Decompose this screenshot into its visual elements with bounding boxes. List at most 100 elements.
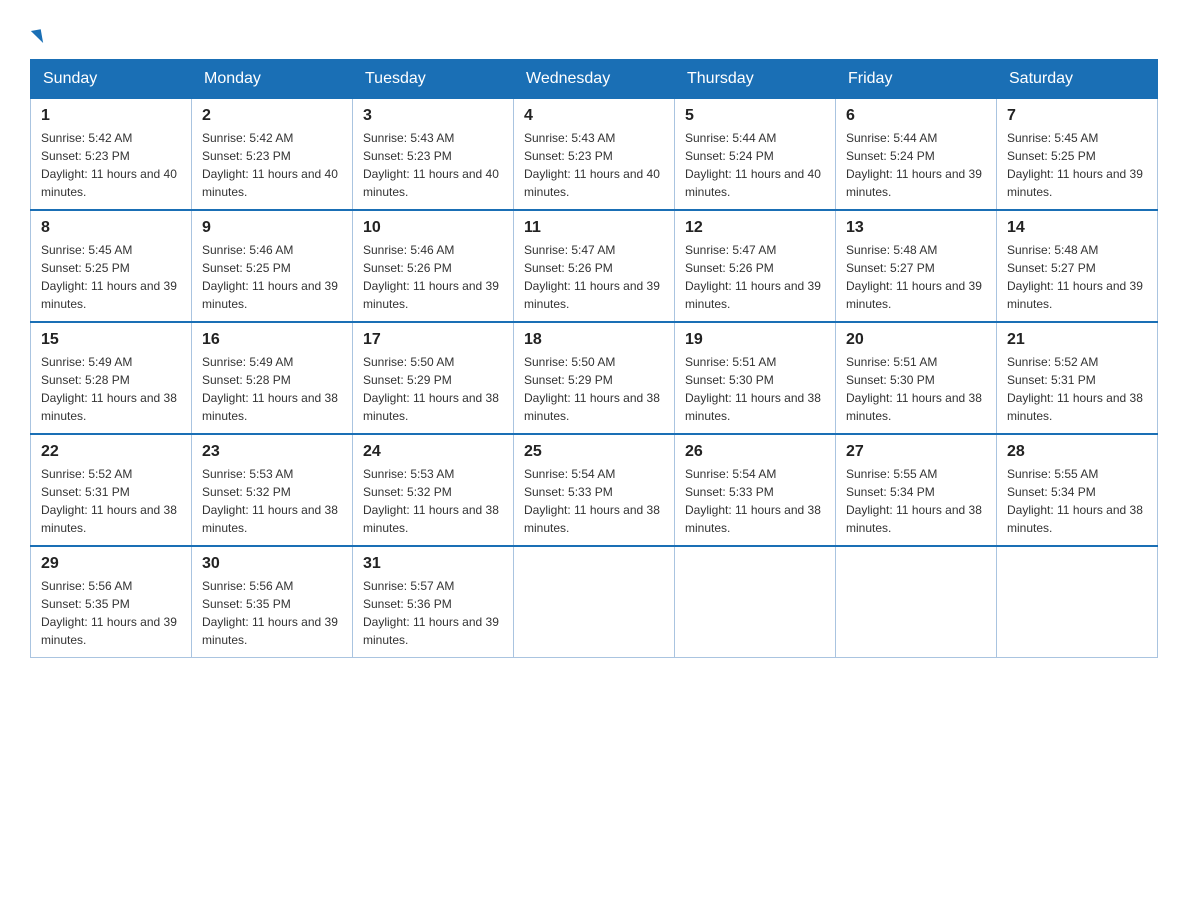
calendar-cell: 4 Sunrise: 5:43 AMSunset: 5:23 PMDayligh… — [514, 99, 675, 211]
calendar-cell: 11 Sunrise: 5:47 AMSunset: 5:26 PMDaylig… — [514, 210, 675, 322]
day-number: 26 — [685, 443, 825, 461]
weekday-header-tuesday: Tuesday — [353, 60, 514, 99]
day-number: 16 — [202, 331, 342, 349]
calendar-cell: 8 Sunrise: 5:45 AMSunset: 5:25 PMDayligh… — [31, 210, 192, 322]
day-info: Sunrise: 5:50 AMSunset: 5:29 PMDaylight:… — [363, 353, 503, 425]
weekday-header-sunday: Sunday — [31, 60, 192, 99]
day-info: Sunrise: 5:43 AMSunset: 5:23 PMDaylight:… — [363, 129, 503, 201]
day-info: Sunrise: 5:45 AMSunset: 5:25 PMDaylight:… — [1007, 129, 1147, 201]
day-info: Sunrise: 5:49 AMSunset: 5:28 PMDaylight:… — [202, 353, 342, 425]
calendar-cell: 26 Sunrise: 5:54 AMSunset: 5:33 PMDaylig… — [675, 434, 836, 546]
day-info: Sunrise: 5:52 AMSunset: 5:31 PMDaylight:… — [41, 465, 181, 537]
day-info: Sunrise: 5:47 AMSunset: 5:26 PMDaylight:… — [685, 241, 825, 313]
day-number: 21 — [1007, 331, 1147, 349]
day-number: 22 — [41, 443, 181, 461]
calendar-cell: 1 Sunrise: 5:42 AMSunset: 5:23 PMDayligh… — [31, 99, 192, 211]
calendar-cell: 12 Sunrise: 5:47 AMSunset: 5:26 PMDaylig… — [675, 210, 836, 322]
day-info: Sunrise: 5:51 AMSunset: 5:30 PMDaylight:… — [685, 353, 825, 425]
calendar-cell — [675, 546, 836, 658]
day-info: Sunrise: 5:46 AMSunset: 5:26 PMDaylight:… — [363, 241, 503, 313]
calendar-cell: 21 Sunrise: 5:52 AMSunset: 5:31 PMDaylig… — [997, 322, 1158, 434]
day-number: 11 — [524, 219, 664, 237]
day-number: 13 — [846, 219, 986, 237]
week-row-5: 29 Sunrise: 5:56 AMSunset: 5:35 PMDaylig… — [31, 546, 1158, 658]
day-info: Sunrise: 5:45 AMSunset: 5:25 PMDaylight:… — [41, 241, 181, 313]
day-info: Sunrise: 5:53 AMSunset: 5:32 PMDaylight:… — [363, 465, 503, 537]
day-info: Sunrise: 5:54 AMSunset: 5:33 PMDaylight:… — [524, 465, 664, 537]
day-info: Sunrise: 5:43 AMSunset: 5:23 PMDaylight:… — [524, 129, 664, 201]
day-number: 5 — [685, 107, 825, 125]
calendar-cell: 25 Sunrise: 5:54 AMSunset: 5:33 PMDaylig… — [514, 434, 675, 546]
calendar-cell: 3 Sunrise: 5:43 AMSunset: 5:23 PMDayligh… — [353, 99, 514, 211]
day-info: Sunrise: 5:56 AMSunset: 5:35 PMDaylight:… — [202, 577, 342, 649]
day-number: 2 — [202, 107, 342, 125]
week-row-1: 1 Sunrise: 5:42 AMSunset: 5:23 PMDayligh… — [31, 99, 1158, 211]
weekday-header-friday: Friday — [836, 60, 997, 99]
calendar-cell: 24 Sunrise: 5:53 AMSunset: 5:32 PMDaylig… — [353, 434, 514, 546]
day-info: Sunrise: 5:55 AMSunset: 5:34 PMDaylight:… — [1007, 465, 1147, 537]
day-info: Sunrise: 5:48 AMSunset: 5:27 PMDaylight:… — [846, 241, 986, 313]
day-number: 29 — [41, 555, 181, 573]
day-number: 12 — [685, 219, 825, 237]
weekday-header-saturday: Saturday — [997, 60, 1158, 99]
day-info: Sunrise: 5:44 AMSunset: 5:24 PMDaylight:… — [685, 129, 825, 201]
calendar-cell: 29 Sunrise: 5:56 AMSunset: 5:35 PMDaylig… — [31, 546, 192, 658]
calendar-cell: 14 Sunrise: 5:48 AMSunset: 5:27 PMDaylig… — [997, 210, 1158, 322]
calendar-cell: 22 Sunrise: 5:52 AMSunset: 5:31 PMDaylig… — [31, 434, 192, 546]
day-info: Sunrise: 5:42 AMSunset: 5:23 PMDaylight:… — [41, 129, 181, 201]
day-info: Sunrise: 5:42 AMSunset: 5:23 PMDaylight:… — [202, 129, 342, 201]
day-number: 1 — [41, 107, 181, 125]
day-number: 3 — [363, 107, 503, 125]
calendar-cell: 28 Sunrise: 5:55 AMSunset: 5:34 PMDaylig… — [997, 434, 1158, 546]
calendar-cell — [514, 546, 675, 658]
calendar-cell: 10 Sunrise: 5:46 AMSunset: 5:26 PMDaylig… — [353, 210, 514, 322]
weekday-header-thursday: Thursday — [675, 60, 836, 99]
day-info: Sunrise: 5:52 AMSunset: 5:31 PMDaylight:… — [1007, 353, 1147, 425]
day-number: 4 — [524, 107, 664, 125]
day-number: 20 — [846, 331, 986, 349]
day-info: Sunrise: 5:49 AMSunset: 5:28 PMDaylight:… — [41, 353, 181, 425]
calendar-cell: 19 Sunrise: 5:51 AMSunset: 5:30 PMDaylig… — [675, 322, 836, 434]
day-info: Sunrise: 5:56 AMSunset: 5:35 PMDaylight:… — [41, 577, 181, 649]
day-number: 27 — [846, 443, 986, 461]
day-number: 18 — [524, 331, 664, 349]
day-number: 14 — [1007, 219, 1147, 237]
calendar-cell: 18 Sunrise: 5:50 AMSunset: 5:29 PMDaylig… — [514, 322, 675, 434]
day-info: Sunrise: 5:54 AMSunset: 5:33 PMDaylight:… — [685, 465, 825, 537]
calendar-cell: 7 Sunrise: 5:45 AMSunset: 5:25 PMDayligh… — [997, 99, 1158, 211]
calendar-cell: 2 Sunrise: 5:42 AMSunset: 5:23 PMDayligh… — [192, 99, 353, 211]
day-number: 9 — [202, 219, 342, 237]
calendar-cell: 31 Sunrise: 5:57 AMSunset: 5:36 PMDaylig… — [353, 546, 514, 658]
day-number: 7 — [1007, 107, 1147, 125]
weekday-header-wednesday: Wednesday — [514, 60, 675, 99]
day-number: 31 — [363, 555, 503, 573]
day-info: Sunrise: 5:57 AMSunset: 5:36 PMDaylight:… — [363, 577, 503, 649]
calendar-cell: 30 Sunrise: 5:56 AMSunset: 5:35 PMDaylig… — [192, 546, 353, 658]
day-number: 25 — [524, 443, 664, 461]
page-header — [30, 20, 1158, 44]
day-number: 15 — [41, 331, 181, 349]
day-info: Sunrise: 5:55 AMSunset: 5:34 PMDaylight:… — [846, 465, 986, 537]
weekday-header-row: SundayMondayTuesdayWednesdayThursdayFrid… — [31, 60, 1158, 99]
week-row-3: 15 Sunrise: 5:49 AMSunset: 5:28 PMDaylig… — [31, 322, 1158, 434]
day-number: 8 — [41, 219, 181, 237]
day-number: 23 — [202, 443, 342, 461]
day-info: Sunrise: 5:46 AMSunset: 5:25 PMDaylight:… — [202, 241, 342, 313]
calendar-cell: 9 Sunrise: 5:46 AMSunset: 5:25 PMDayligh… — [192, 210, 353, 322]
calendar-cell — [997, 546, 1158, 658]
day-number: 19 — [685, 331, 825, 349]
calendar-cell: 20 Sunrise: 5:51 AMSunset: 5:30 PMDaylig… — [836, 322, 997, 434]
week-row-2: 8 Sunrise: 5:45 AMSunset: 5:25 PMDayligh… — [31, 210, 1158, 322]
day-number: 24 — [363, 443, 503, 461]
week-row-4: 22 Sunrise: 5:52 AMSunset: 5:31 PMDaylig… — [31, 434, 1158, 546]
calendar-cell: 16 Sunrise: 5:49 AMSunset: 5:28 PMDaylig… — [192, 322, 353, 434]
calendar-cell: 13 Sunrise: 5:48 AMSunset: 5:27 PMDaylig… — [836, 210, 997, 322]
calendar-cell: 15 Sunrise: 5:49 AMSunset: 5:28 PMDaylig… — [31, 322, 192, 434]
day-number: 17 — [363, 331, 503, 349]
day-number: 30 — [202, 555, 342, 573]
day-info: Sunrise: 5:51 AMSunset: 5:30 PMDaylight:… — [846, 353, 986, 425]
calendar-cell: 17 Sunrise: 5:50 AMSunset: 5:29 PMDaylig… — [353, 322, 514, 434]
day-info: Sunrise: 5:47 AMSunset: 5:26 PMDaylight:… — [524, 241, 664, 313]
day-info: Sunrise: 5:53 AMSunset: 5:32 PMDaylight:… — [202, 465, 342, 537]
logo — [30, 30, 42, 44]
